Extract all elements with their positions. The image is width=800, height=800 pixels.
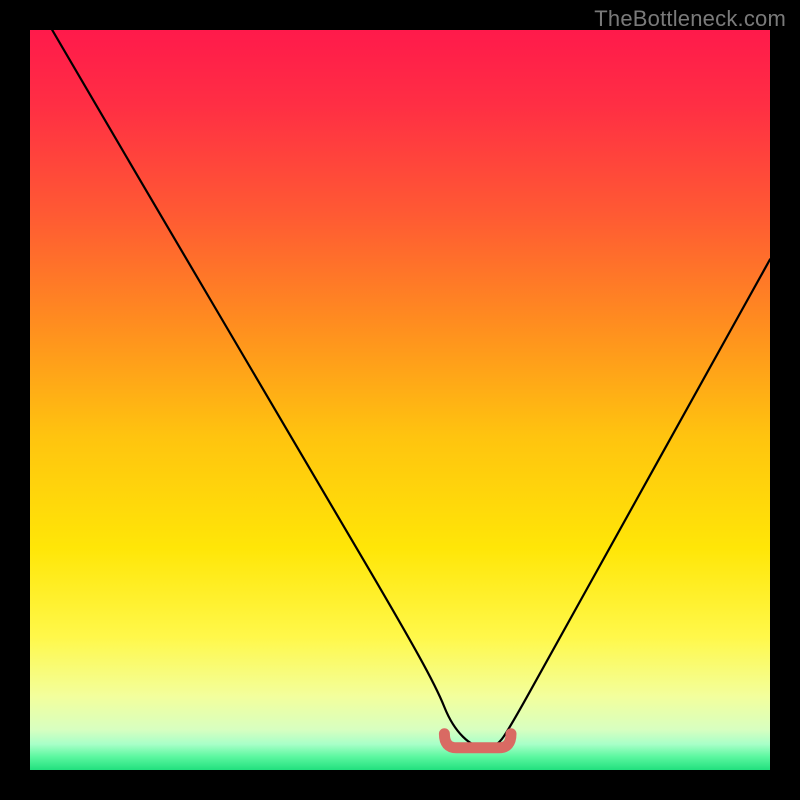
chart-svg <box>30 30 770 770</box>
chart-frame: TheBottleneck.com <box>0 0 800 800</box>
watermark-text: TheBottleneck.com <box>594 6 786 32</box>
plot-area <box>30 30 770 770</box>
bottleneck-curve-line <box>52 30 770 748</box>
